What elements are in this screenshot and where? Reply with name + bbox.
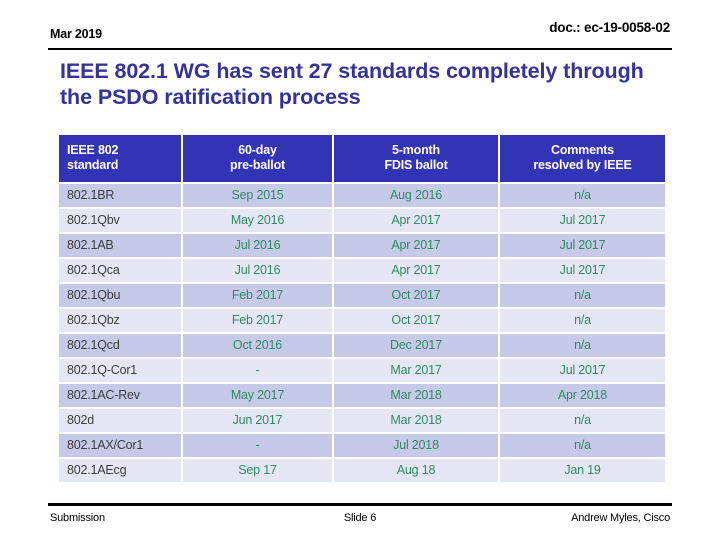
- cell-fdis-ballot: Oct 2017: [334, 284, 498, 307]
- table-row: 802.1AC-Rev May 2017 Mar 2018 Apr 2018: [59, 384, 665, 407]
- header-date: Mar 2019: [50, 27, 102, 41]
- column-header-comments-line2: resolved by IEEE: [533, 158, 632, 172]
- cell-comments: Apr 2018: [500, 384, 665, 407]
- slide: Mar 2019 doc.: ec-19-0058-02 IEEE 802.1 …: [0, 0, 720, 540]
- page-title: IEEE 802.1 WG has sent 27 standards comp…: [60, 59, 644, 109]
- cell-fdis-ballot: Mar 2018: [334, 409, 498, 432]
- cell-comments: n/a: [500, 284, 665, 307]
- cell-pre-ballot: Jul 2016: [183, 234, 332, 257]
- cell-pre-ballot: Jul 2016: [183, 259, 332, 282]
- cell-standard: 802.1Qcd: [59, 334, 181, 357]
- cell-standard: 802.1AEcg: [59, 459, 181, 482]
- cell-standard: 802.1Qbz: [59, 309, 181, 332]
- table-header-row: IEEE 802 standard 60-day pre-ballot 5-mo…: [59, 135, 665, 182]
- column-header-standard-line1: IEEE 802: [67, 143, 119, 157]
- table-row: 802.1BR Sep 2015 Aug 2016 n/a: [59, 184, 665, 207]
- psdo-status-table: IEEE 802 standard 60-day pre-ballot 5-mo…: [57, 133, 667, 484]
- table-row: 802.1Qbv May 2016 Apr 2017 Jul 2017: [59, 209, 665, 232]
- cell-fdis-ballot: Aug 2016: [334, 184, 498, 207]
- cell-standard: 802.1BR: [59, 184, 181, 207]
- cell-pre-ballot: -: [183, 359, 332, 382]
- cell-pre-ballot: Oct 2016: [183, 334, 332, 357]
- cell-standard: 802.1Qbu: [59, 284, 181, 307]
- cell-fdis-ballot: Jul 2018: [334, 434, 498, 457]
- cell-standard: 802d: [59, 409, 181, 432]
- column-header-pre-ballot-line1: 60-day: [238, 143, 277, 157]
- table-row: 802.1Qcd Oct 2016 Dec 2017 n/a: [59, 334, 665, 357]
- cell-pre-ballot: Sep 17: [183, 459, 332, 482]
- cell-standard: 802.1Qca: [59, 259, 181, 282]
- cell-fdis-ballot: Apr 2017: [334, 259, 498, 282]
- cell-standard: 802.1Q-Cor1: [59, 359, 181, 382]
- cell-standard: 802.1Qbv: [59, 209, 181, 232]
- slide-header: Mar 2019 doc.: ec-19-0058-02: [48, 20, 672, 50]
- table-row: 802.1AEcg Sep 17 Aug 18 Jan 19: [59, 459, 665, 482]
- column-header-comments-line1: Comments: [551, 143, 614, 157]
- cell-comments: Jan 19: [500, 459, 665, 482]
- cell-comments: Jul 2017: [500, 259, 665, 282]
- table-row: 802.1AB Jul 2016 Apr 2017 Jul 2017: [59, 234, 665, 257]
- column-header-standard: IEEE 802 standard: [59, 135, 181, 182]
- cell-fdis-ballot: Oct 2017: [334, 309, 498, 332]
- cell-comments: n/a: [500, 184, 665, 207]
- cell-comments: Jul 2017: [500, 359, 665, 382]
- cell-standard: 802.1AC-Rev: [59, 384, 181, 407]
- cell-pre-ballot: Feb 2017: [183, 309, 332, 332]
- table-row: 802.1AX/Cor1- Jul 2018 n/a: [59, 434, 665, 457]
- cell-standard: 802.1AX/Cor1: [59, 434, 181, 457]
- column-header-pre-ballot-line2: pre-ballot: [230, 158, 285, 172]
- table-row: 802.1Qbu Feb 2017 Oct 2017 n/a: [59, 284, 665, 307]
- footer-divider: [48, 503, 672, 506]
- column-header-fdis-ballot-line1: 5-month: [392, 143, 440, 157]
- cell-fdis-ballot: Apr 2017: [334, 234, 498, 257]
- table-row: 802.1Qbz Feb 2017 Oct 2017 n/a: [59, 309, 665, 332]
- column-header-comments: Comments resolved by IEEE: [500, 135, 665, 182]
- column-header-pre-ballot: 60-day pre-ballot: [183, 135, 332, 182]
- table-row: 802.1Q-Cor1- Mar 2017 Jul 2017: [59, 359, 665, 382]
- table-row: 802d Jun 2017 Mar 2018 n/a: [59, 409, 665, 432]
- table-body: 802.1BR Sep 2015 Aug 2016 n/a 802.1Qbv May 20…: [59, 184, 665, 482]
- column-header-standard-line2: standard: [67, 158, 119, 172]
- column-header-fdis-ballot: 5-month FDIS ballot: [334, 135, 498, 182]
- cell-fdis-ballot: Mar 2018: [334, 384, 498, 407]
- cell-comments: Jul 2017: [500, 209, 665, 232]
- cell-fdis-ballot: Aug 18: [334, 459, 498, 482]
- cell-comments: n/a: [500, 409, 665, 432]
- cell-fdis-ballot: Mar 2017: [334, 359, 498, 382]
- cell-pre-ballot: -: [183, 434, 332, 457]
- cell-pre-ballot: May 2017: [183, 384, 332, 407]
- table-row: 802.1Qca Jul 2016 Apr 2017 Jul 2017: [59, 259, 665, 282]
- slide-footer: Submission Slide 6 Andrew Myles, Cisco: [48, 503, 672, 533]
- header-divider: [48, 48, 672, 50]
- table-header: IEEE 802 standard 60-day pre-ballot 5-mo…: [59, 135, 665, 182]
- column-header-fdis-ballot-line2: FDIS ballot: [384, 158, 448, 172]
- cell-pre-ballot: May 2016: [183, 209, 332, 232]
- cell-fdis-ballot: Apr 2017: [334, 209, 498, 232]
- cell-pre-ballot: Feb 2017: [183, 284, 332, 307]
- cell-comments: n/a: [500, 434, 665, 457]
- cell-pre-ballot: Sep 2015: [183, 184, 332, 207]
- cell-standard: 802.1AB: [59, 234, 181, 257]
- psdo-status-table-wrapper: IEEE 802 standard 60-day pre-ballot 5-mo…: [57, 133, 665, 484]
- cell-fdis-ballot: Dec 2017: [334, 334, 498, 357]
- cell-comments: n/a: [500, 334, 665, 357]
- cell-pre-ballot: Jun 2017: [183, 409, 332, 432]
- footer-author: Andrew Myles, Cisco: [571, 512, 670, 524]
- header-document-number: doc.: ec-19-0058-02: [549, 20, 670, 35]
- cell-comments: Jul 2017: [500, 234, 665, 257]
- cell-comments: n/a: [500, 309, 665, 332]
